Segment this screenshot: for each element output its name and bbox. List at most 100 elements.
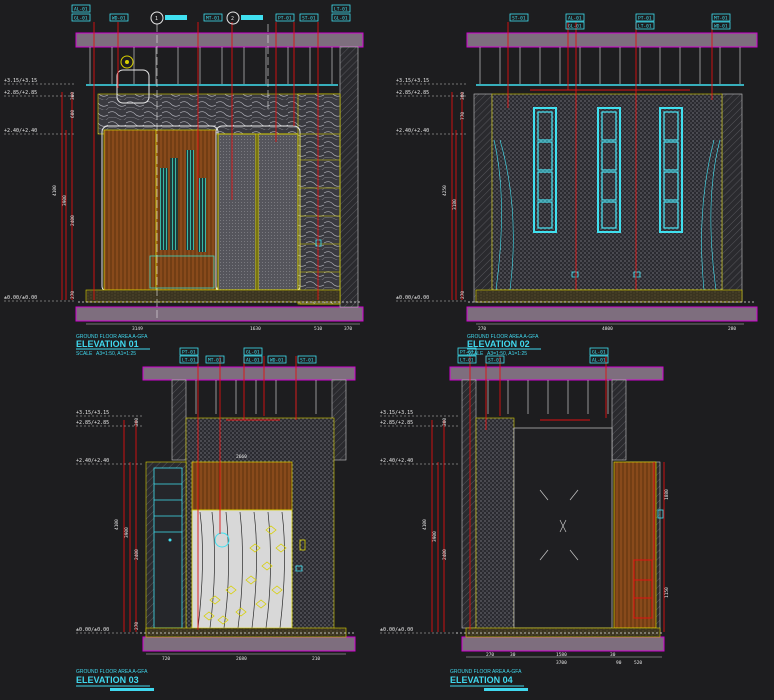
- svg-text:600: 600: [70, 110, 76, 118]
- svg-text:±0.00/±0.00: ±0.00/±0.00: [4, 295, 37, 301]
- svg-text:WD-01: WD-01: [714, 24, 728, 30]
- svg-text:510: 510: [314, 326, 322, 332]
- svg-text:LT-01: LT-01: [460, 358, 474, 364]
- elevation-03: +3.15/+3.15 +2.85/+2.85 +2.40/+2.40 ±0.0…: [76, 347, 356, 691]
- wood-wardrobe: [613, 461, 657, 629]
- svg-text:PT-01: PT-01: [460, 350, 474, 356]
- svg-text:ELEVATION 01: ELEVATION 01: [76, 339, 139, 349]
- horizontal-dimensions: 720 2680 210: [146, 653, 346, 662]
- svg-text:210: 210: [312, 656, 320, 662]
- svg-text:GL-01: GL-01: [568, 24, 582, 30]
- svg-text:+2.85/+2.85: +2.85/+2.85: [4, 90, 37, 96]
- svg-text:PT-01: PT-01: [278, 16, 292, 22]
- svg-text:+2.85/+2.85: +2.85/+2.85: [380, 420, 413, 426]
- svg-text:PT-01: PT-01: [182, 350, 196, 356]
- svg-text:ELEVATION 02: ELEVATION 02: [467, 339, 530, 349]
- svg-text:1630: 1630: [250, 326, 261, 332]
- svg-text:LT-01: LT-01: [638, 24, 652, 30]
- feature-panel: [191, 509, 293, 631]
- elevation-04: +3.15/+3.15 +2.85/+2.85 +2.40/+2.40 ±0.0…: [380, 347, 670, 691]
- elevation-01-title: GROUND FLOOR AREA A-GFA ELEVATION 01 SCA…: [76, 334, 150, 357]
- svg-text:300: 300: [134, 418, 140, 426]
- svg-text:2: 2: [231, 16, 234, 22]
- svg-text:270: 270: [460, 291, 466, 299]
- svg-text:3900: 3900: [432, 531, 438, 542]
- svg-text:4250: 4250: [442, 185, 448, 196]
- svg-text:2660: 2660: [236, 454, 247, 460]
- svg-text:1880: 1880: [664, 489, 670, 500]
- svg-text:AL-01: AL-01: [568, 16, 582, 22]
- horizontal-dimensions: 270 4800 280: [476, 323, 744, 332]
- svg-text:+2.40/+2.40: +2.40/+2.40: [4, 128, 37, 134]
- material-tags: ST-01 AL-01 GL-01 PT-01 LT-01 MT-01 WD-0…: [509, 13, 731, 30]
- material-tags: AL-01 GL-01 WD-01 MT-01 PT-01 ST-01 LT-0…: [71, 4, 351, 22]
- ceiling-slab: [466, 32, 758, 48]
- svg-text:4800: 4800: [602, 326, 613, 332]
- svg-text:ST-01: ST-01: [302, 16, 316, 22]
- level-markers: +3.15/+3.15 +2.85/+2.85 +2.40/+2.40 ±0.0…: [76, 410, 142, 634]
- svg-text:770: 770: [460, 112, 466, 120]
- svg-text:±0.00/±0.00: ±0.00/±0.00: [396, 295, 429, 301]
- svg-text:300: 300: [70, 92, 76, 100]
- ceiling-slab: [449, 366, 664, 381]
- svg-text:370: 370: [344, 326, 352, 332]
- svg-text:LT-01: LT-01: [334, 7, 348, 13]
- svg-text:PT-01: PT-01: [638, 16, 652, 22]
- ceiling-hangers: [89, 47, 333, 84]
- level-markers: +3.15/+3.15 +2.85/+2.85 +2.40/+2.40 ±0.0…: [396, 78, 466, 302]
- svg-text:270: 270: [478, 326, 486, 332]
- level-markers: +3.15/+3.15 +2.85/+2.85 +2.40/+2.40 ±0.0…: [380, 410, 460, 634]
- svg-text:270: 270: [70, 291, 76, 299]
- floor-slab: [466, 306, 758, 322]
- cad-drawing-sheet: +3.15/+3.15 +2.85/+2.85 +2.40/+2.40 ±0.0…: [4, 4, 758, 691]
- horizontal-dimensions: 3149 1630 510 370: [86, 323, 360, 332]
- svg-text:±0.00/±0.00: ±0.00/±0.00: [380, 627, 413, 633]
- elevation-02: +3.15/+3.15 +2.85/+2.85 +2.40/+2.40 ±0.0…: [396, 13, 758, 357]
- svg-text:270: 270: [486, 652, 494, 658]
- mirror-panel: [513, 427, 613, 629]
- svg-text:300: 300: [442, 418, 448, 426]
- ceiling-hangers: [479, 47, 741, 84]
- ceiling-slab: [142, 366, 356, 381]
- svg-text:ELEVATION 04: ELEVATION 04: [450, 675, 513, 685]
- elevation-04-title: GROUND FLOOR AREA A-GFA ELEVATION 04: [450, 669, 528, 691]
- level-markers: +3.15/+3.15 +2.85/+2.85 +2.40/+2.40 ±0.0…: [4, 78, 76, 302]
- right-column: [339, 46, 359, 308]
- svg-text:+2.40/+2.40: +2.40/+2.40: [380, 458, 413, 464]
- svg-text:90: 90: [616, 660, 622, 666]
- floor-slab: [461, 636, 665, 652]
- svg-text:520: 520: [634, 660, 642, 666]
- svg-text:MT-01: MT-01: [208, 358, 222, 364]
- svg-text:3700: 3700: [556, 660, 567, 666]
- svg-text:AL-01: AL-01: [246, 358, 260, 364]
- svg-text:270: 270: [134, 622, 140, 630]
- glass-door: [217, 133, 257, 291]
- svg-text:3149: 3149: [132, 326, 143, 332]
- svg-text:3180: 3180: [452, 199, 458, 210]
- svg-text:MT-01: MT-01: [714, 16, 728, 22]
- ceiling-hangers: [487, 380, 609, 414]
- svg-text:SCALE: SCALE: [76, 351, 93, 357]
- svg-text:300: 300: [460, 92, 466, 100]
- svg-text:280: 280: [728, 326, 736, 332]
- svg-text:+2.85/+2.85: +2.85/+2.85: [396, 90, 429, 96]
- svg-text:2400: 2400: [134, 549, 140, 560]
- floor-slab: [142, 636, 356, 652]
- svg-text:1580: 1580: [556, 652, 567, 658]
- svg-text:WD-01: WD-01: [270, 358, 284, 364]
- svg-text:AL-01: AL-01: [592, 358, 606, 364]
- svg-text:+3.15/+3.15: +3.15/+3.15: [380, 410, 413, 416]
- textured-wall: [491, 93, 723, 291]
- svg-text:2400: 2400: [442, 549, 448, 560]
- svg-text:WD-01: WD-01: [112, 16, 126, 22]
- bookshelf: [153, 467, 183, 629]
- elevation-01: +3.15/+3.15 +2.85/+2.85 +2.40/+2.40 ±0.0…: [4, 4, 364, 357]
- svg-text:+3.15/+3.15: +3.15/+3.15: [4, 78, 37, 84]
- svg-text:4100: 4100: [422, 519, 428, 530]
- svg-text:GL-01: GL-01: [334, 16, 348, 22]
- svg-text:±0.00/±0.00: ±0.00/±0.00: [76, 627, 109, 633]
- svg-text:A3=1:50, A1=1:25: A3=1:50, A1=1:25: [96, 351, 136, 357]
- ceiling-hangers: [195, 380, 317, 414]
- svg-text:+2.40/+2.40: +2.40/+2.40: [396, 128, 429, 134]
- svg-text:3900: 3900: [124, 527, 130, 538]
